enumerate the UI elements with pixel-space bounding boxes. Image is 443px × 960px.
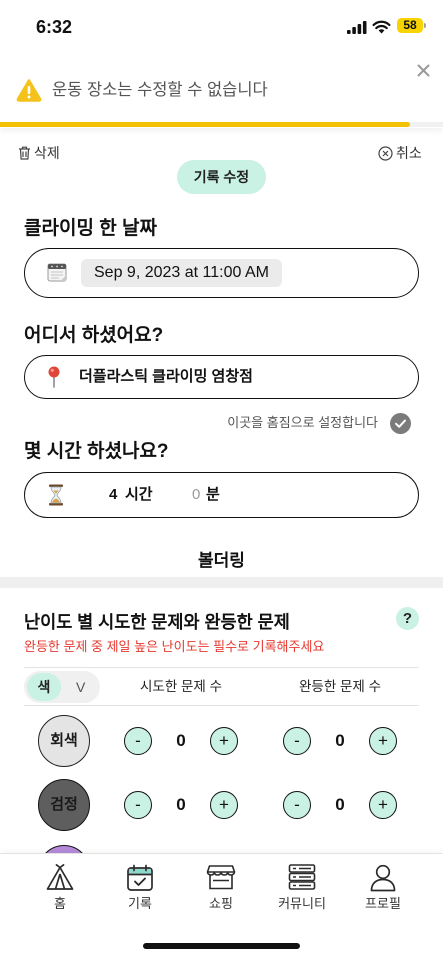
calendar-check-icon	[127, 864, 153, 891]
attempted-minus-button[interactable]: -	[124, 791, 152, 819]
tent-icon	[46, 864, 74, 890]
grade-color-circle[interactable]: 검정	[38, 779, 90, 831]
tab-label: 홈	[54, 896, 66, 911]
tab-community[interactable]: 커뮤니티	[262, 854, 342, 924]
date-field[interactable]: Sep 9, 2023 at 11:00 AM	[24, 248, 419, 298]
minutes-value[interactable]: 0	[192, 473, 200, 516]
completed-count: 0	[335, 731, 345, 750]
tab-label: 쇼핑	[209, 896, 233, 911]
hours-unit: 시간	[125, 486, 153, 503]
tab-profile[interactable]: 프로필	[343, 854, 423, 924]
table-divider-top	[24, 667, 419, 668]
column-header-attempted: 시도한 문제 수	[139, 679, 223, 694]
toast-progress-track	[0, 122, 443, 127]
community-list-icon	[288, 864, 316, 890]
attempted-count: 0	[176, 731, 186, 750]
attempted-minus-button[interactable]: -	[124, 727, 152, 755]
grade-label: 검정	[50, 796, 78, 813]
toast-banner: 운동 장소는 수정할 수 없습니다	[0, 52, 443, 128]
location-field[interactable]: 더플라스틱 클라이밍 염창점	[24, 355, 419, 399]
date-section-title: 클라이밍 한 날짜	[24, 218, 157, 239]
grade-row: 검정 - 0 + - 0 +	[0, 779, 443, 831]
tab-home[interactable]: 홈	[20, 854, 100, 924]
battery-level: 58	[403, 18, 417, 32]
close-icon[interactable]	[417, 64, 430, 77]
attempted-plus-button[interactable]: +	[210, 791, 238, 819]
minutes-unit: 분	[206, 486, 220, 503]
grade-view-toggle[interactable]: 색 V	[24, 671, 100, 703]
trash-icon	[19, 146, 30, 160]
completed-count: 0	[335, 795, 345, 814]
tab-label: 기록	[128, 896, 152, 911]
grade-row: 회색 - 0 + - 0 +	[0, 715, 443, 767]
table-divider-header	[24, 705, 419, 706]
difficulty-title: 난이도 별 시도한 문제와 완등한 문제	[24, 612, 290, 632]
completed-plus-button[interactable]: +	[369, 791, 397, 819]
completed-plus-button[interactable]: +	[369, 727, 397, 755]
toggle-color-option[interactable]: 색	[27, 673, 61, 701]
tab-label: 프로필	[365, 896, 401, 911]
profile-icon	[370, 864, 396, 892]
toast-message: 운동 장소는 수정할 수 없습니다	[52, 81, 268, 99]
edit-mode-badge: 기록 수정	[177, 160, 266, 194]
warning-icon	[16, 79, 42, 102]
column-header-completed: 완등한 문제 수	[298, 679, 382, 694]
grade-color-circle[interactable]: 회색	[38, 715, 90, 767]
battery-nub	[424, 23, 426, 28]
status-bar: 6:32 58	[0, 0, 443, 50]
tab-shopping[interactable]: 쇼핑	[181, 854, 261, 924]
cellular-signal-icon	[347, 21, 367, 34]
delete-label: 삭제	[34, 145, 60, 161]
pin-icon	[48, 366, 60, 388]
duration-section-title: 몇 시간 하셨나요?	[24, 441, 169, 462]
shop-icon	[206, 865, 236, 890]
help-button[interactable]: ?	[396, 607, 419, 630]
toggle-v-option[interactable]: V	[76, 673, 85, 701]
duration-field[interactable]: 4 시간 0 분	[24, 472, 419, 518]
circle-close-icon	[378, 145, 393, 161]
toast-progress-fill	[0, 122, 410, 127]
wifi-icon	[372, 20, 391, 34]
cancel-button[interactable]: 취소	[378, 143, 422, 163]
section-separator	[0, 577, 443, 588]
home-gym-label: 이곳을 홈짐으로 설정합니다	[227, 415, 378, 430]
category-title: 볼더링	[198, 551, 245, 570]
tab-record[interactable]: 기록	[100, 854, 180, 924]
home-indicator[interactable]	[143, 943, 300, 949]
delete-button[interactable]: 삭제	[18, 143, 60, 163]
record-edit-screen: 6:32 58 운동 장소는 수정할 수 없습니다 삭제 취소 기록 수정 클라…	[0, 0, 443, 960]
completed-minus-button[interactable]: -	[283, 727, 311, 755]
cancel-label: 취소	[396, 145, 422, 161]
attempted-plus-button[interactable]: +	[210, 727, 238, 755]
calendar-icon	[47, 263, 67, 282]
completed-minus-button[interactable]: -	[283, 791, 311, 819]
hourglass-icon	[49, 484, 63, 505]
location-section-title: 어디서 하셨어요?	[24, 325, 164, 346]
status-time: 6:32	[36, 17, 73, 37]
difficulty-note: 완등한 문제 중 제일 높은 난이도는 필수로 기록해주세요	[24, 639, 325, 654]
grade-label: 회색	[50, 732, 78, 749]
tab-label: 커뮤니티	[278, 896, 326, 911]
attempted-count: 0	[176, 795, 186, 814]
location-value: 더플라스틱 클라이밍 염창점	[79, 368, 253, 385]
home-gym-check-icon[interactable]	[390, 413, 411, 434]
hours-value[interactable]: 4	[109, 473, 117, 516]
battery-icon: 58	[397, 18, 423, 33]
date-value[interactable]: Sep 9, 2023 at 11:00 AM	[81, 258, 282, 287]
